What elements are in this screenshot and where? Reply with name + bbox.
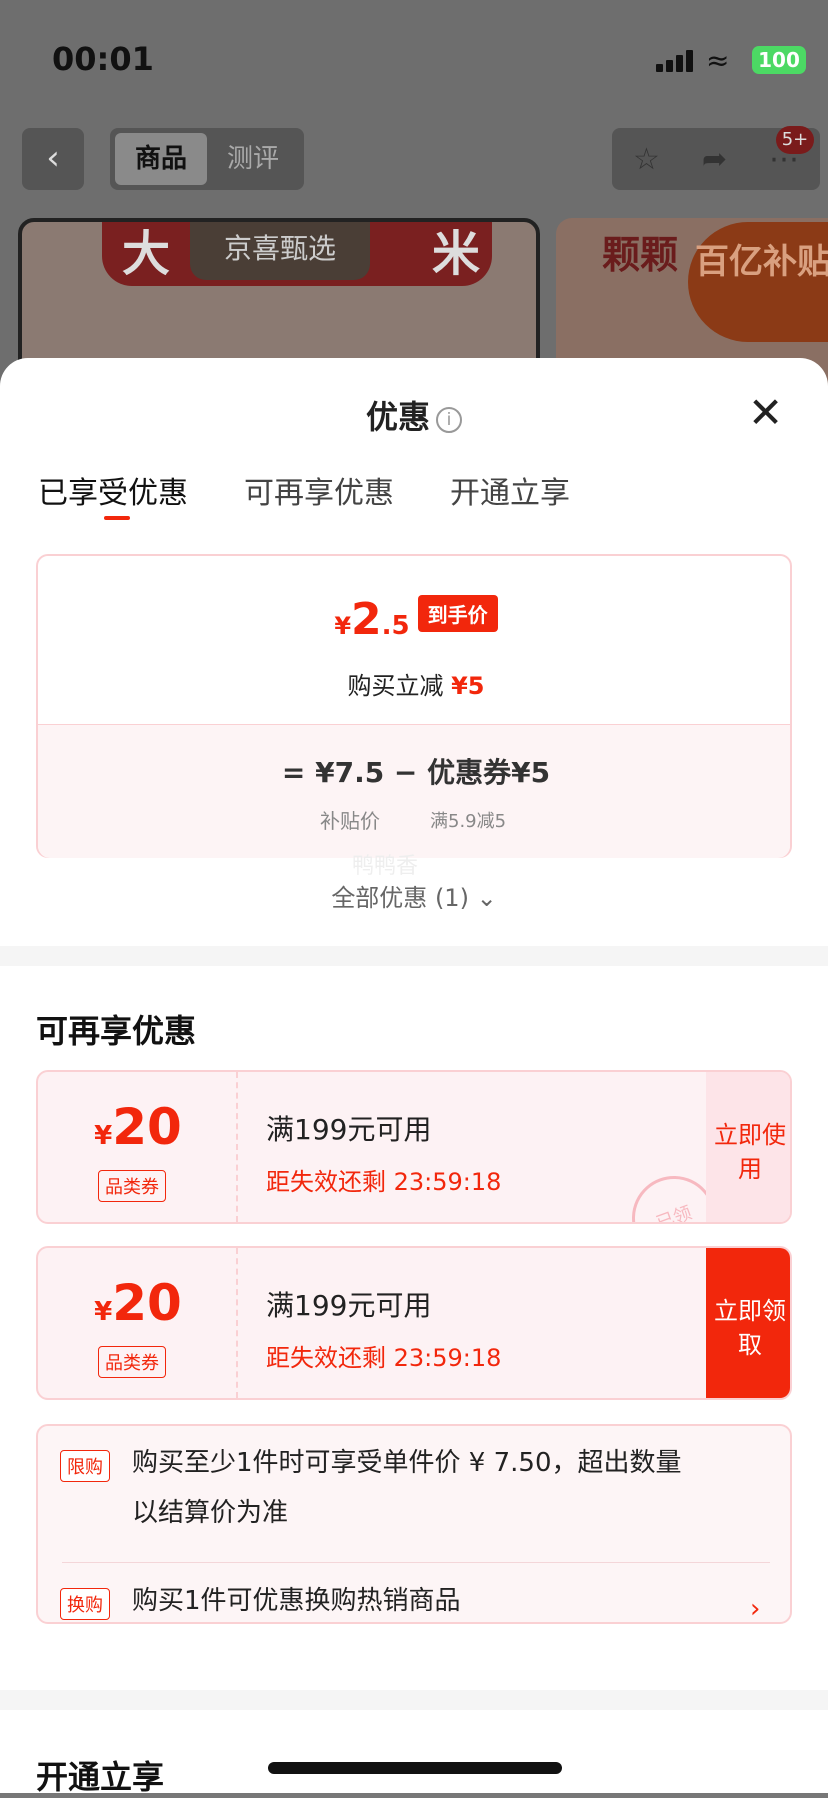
final-price: ¥2.5 到手价 [38,594,794,645]
info-icon[interactable]: i [436,407,462,433]
tab-product[interactable]: 商品 [115,133,207,185]
all-offers-toggle[interactable]: 全部优惠 (1) ⌄ [0,878,828,913]
divider [0,946,828,966]
exchange-link[interactable]: 购买1件可优惠换购热销商品 [132,1576,461,1626]
coupon-value: ¥20 品类券 [38,1248,238,1398]
signal-icon [656,50,696,72]
divider [0,1690,828,1710]
top-tab-switch: 商品 测评 [110,128,304,190]
section-title-more: 可再享优惠 [36,1012,197,1050]
tab-more[interactable]: 可再享优惠 [244,468,394,512]
rule-text: 购买至少1件时可享受单件价 ¥ 7.50，超出数量以结算价为准 [132,1448,682,1528]
wifi-icon: ≈ [706,44,730,77]
status-time: 00:01 [52,40,154,78]
price-formula: = ¥7.5 − 优惠券¥5 [281,756,551,789]
divider [62,1562,770,1563]
offer-tabs: 已享受优惠 可再享优惠 开通立享 [38,468,570,520]
tab-review[interactable]: 测评 [207,133,299,185]
purchase-rules: 限购 购买至少1件时可享受单件价 ¥ 7.50，超出数量以结算价为准 换购 购买… [36,1424,792,1624]
watermark: 鸭鸭香 [352,854,419,879]
coupon-expiry: 距失效还剩 23:59:18 [266,1168,502,1196]
price-breakdown: = ¥7.5 − 优惠券¥5 补贴价 满5.9减5 [38,724,790,858]
sheet-title: 优惠 i [0,392,828,438]
back-button[interactable]: ‹ [22,128,84,190]
instant-reduce: 购买立减 ¥5 [347,672,485,700]
offers-sheet: 优惠 i ✕ 已享受优惠 可再享优惠 开通立享 ¥2.5 到手价 购买立减 ¥5 =… [0,358,828,1796]
section-title-open: 开通立享 [36,1758,165,1796]
current-price-card: ¥2.5 到手价 购买立减 ¥5 = ¥7.5 − 优惠券¥5 补贴价 满5.9减… [36,554,792,858]
brand-tag: 京喜甄选 [190,222,370,280]
subsidy-price-label: 补贴价 [320,809,380,833]
price-label: 到手价 [417,595,498,632]
subsidy-badge: 百亿补贴 [688,222,828,342]
coupon-type: 品类券 [98,1346,166,1378]
chevron-down-icon: ⌄ [476,884,497,912]
status-bar: 00:01 ≈ 100 [0,0,828,120]
chevron-right-icon[interactable]: › [750,1594,760,1624]
coupon-card: ¥20 品类券 满199元可用 距失效还剩 23:59:18 已领 立即使用 [36,1070,792,1224]
tab-open[interactable]: 开通立享 [450,468,570,512]
coupon-condition: 满199元可用 [266,1289,432,1322]
banner-text-2: 颗颗 [602,233,679,277]
coupon-condition: 满199元可用 [266,1113,432,1146]
claim-coupon-button[interactable]: 立即领取 [706,1248,790,1398]
message-badge: 5+ [776,126,814,154]
close-icon[interactable]: ✕ [748,388,783,437]
use-coupon-button[interactable]: 立即使用 [706,1072,790,1222]
battery-indicator: 100 [752,46,806,74]
coupon-expiry: 距失效还剩 23:59:18 [266,1344,502,1372]
rule-tag: 换购 [60,1588,110,1620]
rule-tag: 限购 [60,1450,110,1482]
coupon-card: ¥20 品类券 满199元可用 距失效还剩 23:59:18 立即领取 [36,1246,792,1400]
coupon-type: 品类券 [98,1170,166,1202]
chevron-left-icon: ‹ [46,138,60,178]
coupon-value: ¥20 品类券 [38,1072,238,1222]
star-icon[interactable]: ☆ [633,142,660,177]
home-indicator [268,1762,562,1774]
share-icon[interactable]: ➦ [702,142,727,177]
tab-enjoyed[interactable]: 已享受优惠 [38,468,188,520]
coupon-condition: 满5.9减5 [430,811,507,832]
